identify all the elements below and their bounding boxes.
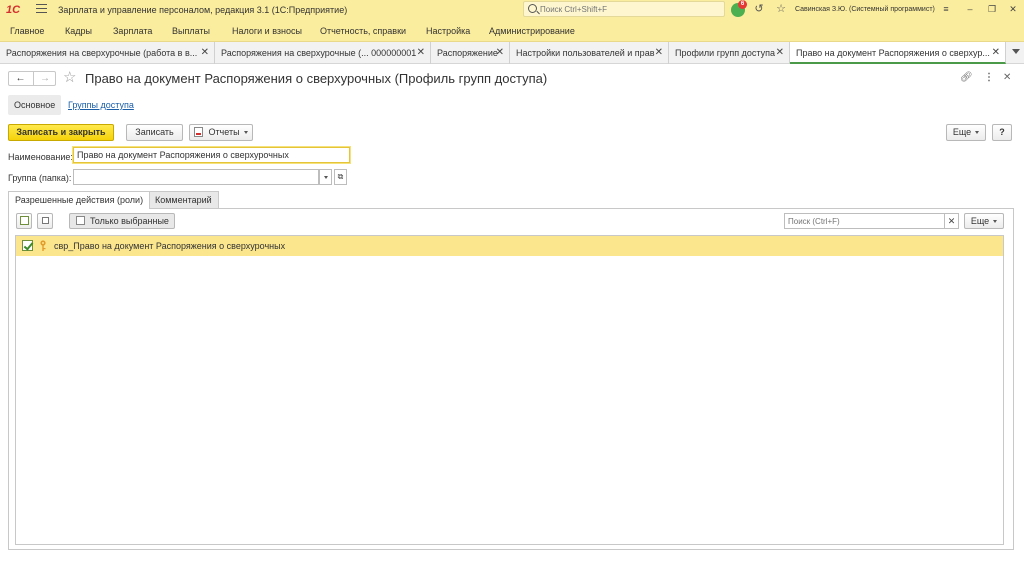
chevron-down-icon — [323, 176, 328, 179]
menu-reports[interactable]: Отчетность, справки — [320, 26, 406, 36]
uncheck-all-icon — [42, 217, 49, 224]
notification-badge: 6 — [738, 0, 747, 9]
tab-comment[interactable]: Комментарий — [148, 191, 219, 208]
chevron-down-icon — [243, 131, 248, 135]
settings-menu-icon[interactable]: ≡ — [940, 3, 952, 15]
menu-main[interactable]: Главное — [10, 26, 44, 36]
roles-more-button[interactable]: Еще — [964, 213, 1004, 229]
favorite-star-icon[interactable]: ☆ — [63, 70, 76, 86]
checkbox-icon — [76, 216, 85, 225]
tab-overtime-orders-list[interactable]: Распоряжения на сверхурочные (... 000000… — [215, 42, 431, 64]
restore-icon[interactable]: ❐ — [986, 3, 998, 15]
role-label: свр_Право на документ Распоряжения о све… — [54, 241, 286, 251]
close-icon[interactable]: ✕ — [496, 47, 504, 58]
report-icon — [194, 127, 204, 137]
tab-overtime-orders-work[interactable]: Распоряжения на сверхурочные (работа в в… — [0, 42, 215, 64]
notifications-icon[interactable]: 6 — [731, 0, 747, 17]
subnav-main[interactable]: Основное — [8, 95, 61, 115]
minimize-icon[interactable]: – — [964, 3, 976, 15]
tab-current-profile[interactable]: Право на документ Распоряжения о сверхур… — [790, 42, 1006, 64]
tab-allowed-roles[interactable]: Разрешенные действия (роли) — [8, 191, 151, 209]
menu-payments[interactable]: Выплаты — [172, 26, 210, 36]
menu-salary[interactable]: Зарплата — [113, 26, 152, 36]
only-selected-toggle[interactable]: Только выбранные — [69, 213, 175, 229]
menu-settings[interactable]: Настройка — [426, 26, 470, 36]
save-button[interactable]: Записать — [126, 124, 183, 141]
more-vertical-icon[interactable]: ⋮ — [984, 72, 994, 83]
roles-list: свр_Право на документ Распоряжения о све… — [15, 235, 1004, 545]
role-checkbox[interactable] — [22, 240, 33, 251]
subnav-access-groups[interactable]: Группы доступа — [68, 100, 134, 110]
more-button[interactable]: Еще — [946, 124, 986, 141]
group-field[interactable] — [73, 169, 319, 185]
help-button[interactable]: ? — [992, 124, 1012, 141]
only-selected-label: Только выбранные — [90, 216, 169, 226]
name-label: Наименование: — [8, 152, 73, 162]
group-dropdown-button[interactable] — [319, 169, 332, 185]
close-icon[interactable]: ✕ — [992, 47, 1000, 58]
reports-label: Отчеты — [208, 127, 240, 137]
tab-label: Право на документ Распоряжения о сверхур… — [796, 48, 990, 58]
tab-label: Настройки пользователей и прав — [516, 48, 655, 58]
tab-label: Профили групп доступа — [675, 48, 775, 58]
close-window-icon[interactable]: ✕ — [1007, 3, 1019, 15]
forward-arrow-icon[interactable]: → — [33, 72, 56, 85]
check-all-button[interactable] — [16, 213, 32, 229]
title-bar: 1С Зарплата и управление персоналом, ред… — [0, 0, 1024, 20]
tabs-overflow-icon[interactable] — [1012, 49, 1020, 54]
open-windows-tabs: Распоряжения на сверхурочные (работа в в… — [0, 42, 1024, 64]
tab-order[interactable]: Распоряжение ✕ — [431, 42, 510, 64]
current-user[interactable]: Савинская З.Ю. (Системный программист) — [795, 6, 935, 13]
close-icon: ✕ — [947, 216, 956, 226]
global-search[interactable] — [523, 1, 725, 17]
page-title: Право на документ Распоряжения о сверхур… — [85, 71, 548, 86]
name-field[interactable] — [73, 147, 350, 163]
roles-search-input[interactable] — [784, 213, 945, 229]
uncheck-all-button[interactable] — [37, 213, 53, 229]
menu-icon[interactable] — [36, 4, 47, 14]
link-icon[interactable]: 🔗︎ — [960, 72, 973, 83]
more-label: Еще — [952, 127, 972, 137]
menu-hr[interactable]: Кадры — [65, 26, 92, 36]
app-logo[interactable]: 1С — [6, 4, 20, 16]
close-icon[interactable]: ✕ — [655, 47, 663, 58]
menu-taxes[interactable]: Налоги и взносы — [232, 26, 302, 36]
check-all-icon — [20, 216, 29, 225]
more-label: Еще — [970, 216, 990, 226]
app-title: Зарплата и управление персоналом, редакц… — [58, 5, 348, 15]
history-nav: ← → — [8, 71, 56, 86]
reports-button[interactable]: Отчеты — [189, 124, 253, 141]
menu-administration[interactable]: Администрирование — [489, 26, 575, 36]
tab-access-profiles[interactable]: Профили групп доступа ✕ — [669, 42, 790, 64]
sections-menu: Главное Кадры Зарплата Выплаты Налоги и … — [0, 20, 1024, 42]
tab-user-settings[interactable]: Настройки пользователей и прав ✕ — [510, 42, 669, 64]
group-label: Группа (папка): — [8, 173, 72, 183]
group-open-button[interactable]: ⧉ — [334, 169, 347, 185]
close-icon[interactable]: ✕ — [201, 47, 209, 58]
history-icon[interactable]: ↺ — [753, 3, 765, 15]
chevron-down-icon — [975, 131, 980, 135]
global-search-input[interactable] — [540, 4, 720, 15]
tab-label: Распоряжение — [437, 48, 498, 58]
open-icon: ⧉ — [337, 172, 344, 181]
chevron-down-icon — [993, 220, 998, 224]
search-icon — [528, 4, 537, 13]
close-icon[interactable]: ✕ — [776, 47, 784, 58]
tab-label: Распоряжения на сверхурочные (... 000000… — [221, 48, 417, 58]
back-arrow-icon[interactable]: ← — [9, 72, 32, 85]
save-and-close-button[interactable]: Записать и закрыть — [8, 124, 114, 141]
key-icon — [40, 240, 46, 251]
tab-label: Распоряжения на сверхурочные (работа в в… — [6, 48, 198, 58]
close-form-icon[interactable]: ✕ — [1003, 72, 1011, 83]
close-icon[interactable]: ✕ — [417, 47, 425, 58]
list-item[interactable]: свр_Право на документ Распоряжения о све… — [16, 236, 1003, 256]
clear-search-button[interactable]: ✕ — [944, 213, 959, 229]
favorites-icon[interactable]: ☆ — [775, 3, 787, 15]
